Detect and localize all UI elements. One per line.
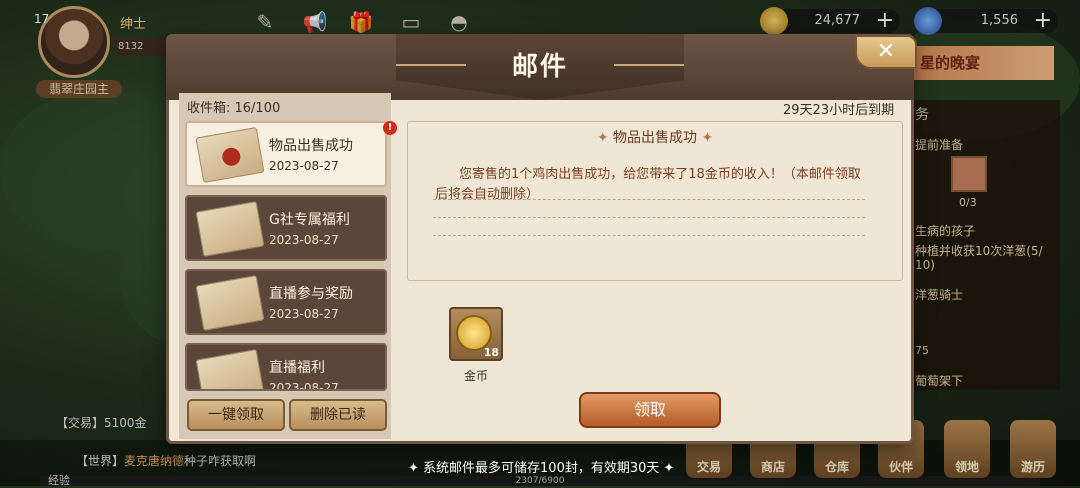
mail-item-date: 2023-08-27 (269, 381, 339, 391)
diamond-icon: ✦ (596, 130, 613, 146)
reward-item-slot[interactable]: 18 (449, 307, 503, 361)
mail-item-title: G社专属福利 (269, 212, 350, 228)
mail-item-date: 2023-08-27 (269, 159, 339, 173)
divider (433, 217, 865, 218)
close-button[interactable]: ✕ (855, 35, 917, 69)
mail-notice: ✦ 系统邮件最多可储存100封，有效期30天 ✦ (408, 457, 674, 476)
diamond-icon: ✦ (659, 461, 675, 476)
mail-item-title: 直播福利 (269, 360, 325, 376)
wax-seal-icon (220, 146, 242, 168)
mail-item[interactable]: 物品出售成功 2023-08-27 ! (185, 121, 397, 187)
mail-item-date: 2023-08-27 (269, 307, 339, 321)
mail-item[interactable]: 直播福利 2023-08-27 (185, 343, 387, 391)
mail-notice-text: 系统邮件最多可储存100封，有效期30天 (423, 461, 660, 476)
envelope-icon (195, 126, 265, 184)
mail-dialog-title: 邮件 (511, 52, 568, 82)
diamond-icon: ✦ (697, 130, 714, 146)
mail-item-date: 2023-08-27 (269, 233, 339, 247)
mail-dialog-header: 邮件 (166, 34, 914, 100)
claim-button[interactable]: 领取 (579, 392, 721, 428)
mail-item[interactable]: 直播参与奖励 2023-08-27 (185, 269, 387, 335)
mail-dialog: 邮件 ✕ 收件箱: 16/100 物品出售成功 2023-08-27 ! G社专… (166, 34, 917, 444)
mail-detail-title-text: 物品出售成功 (613, 130, 697, 146)
reward-item-name: 金币 (463, 369, 488, 383)
envelope-icon (195, 274, 265, 332)
divider (433, 199, 865, 200)
close-icon: ✕ (876, 39, 896, 64)
unread-alert-icon: ! (383, 121, 397, 135)
mail-detail-title: ✦ 物品出售成功 ✦ (407, 127, 903, 147)
inbox-count: 收件箱: 16/100 (187, 101, 281, 116)
envelope-icon (195, 348, 265, 389)
claim-all-button[interactable]: 一键领取 (187, 399, 285, 431)
envelope-icon (195, 200, 265, 258)
mail-item-title: 直播参与奖励 (269, 286, 353, 302)
reward-quantity: 18 (483, 346, 499, 359)
diamond-icon: ✦ (408, 461, 424, 476)
mail-item[interactable]: G社专属福利 2023-08-27 (185, 195, 387, 261)
mail-expire-time: 29天23小时后到期 (783, 103, 895, 118)
mail-item-title: 物品出售成功 (269, 138, 353, 154)
divider (433, 235, 865, 236)
delete-read-button[interactable]: 删除已读 (289, 399, 387, 431)
